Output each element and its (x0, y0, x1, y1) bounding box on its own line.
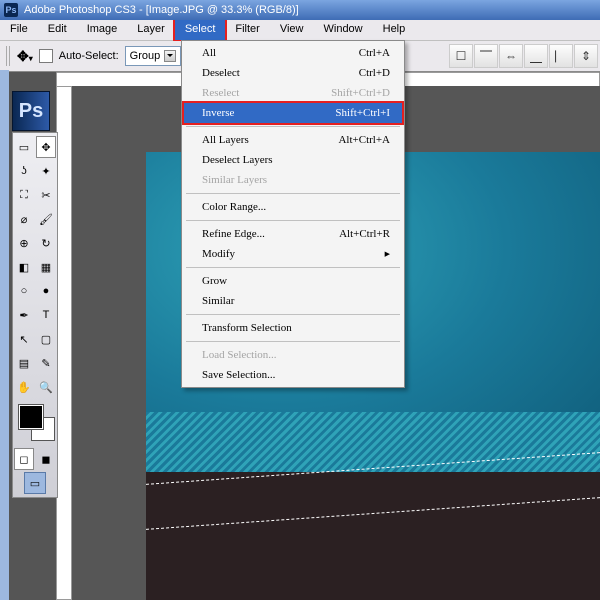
window-title: Adobe Photoshop CS3 - [Image.JPG @ 33.3%… (24, 4, 299, 16)
menu-item-deselect-layers[interactable]: Deselect Layers (184, 150, 402, 170)
dodge-tool[interactable]: ● (36, 280, 56, 302)
align-left-icon[interactable]: ⎸ (549, 44, 573, 68)
wand-tool[interactable]: ✦ (36, 160, 56, 182)
menu-edit[interactable]: Edit (38, 20, 77, 40)
eyedropper-tool[interactable]: ✎ (36, 352, 56, 374)
menu-item-refine-edge[interactable]: Refine Edge...Alt+Ctrl+R (184, 224, 402, 244)
auto-select-label: Auto-Select: (59, 50, 119, 62)
pen-tool[interactable]: ✒ (14, 304, 34, 326)
lasso-tool[interactable]: ʖ (14, 160, 34, 182)
zoom-tool[interactable]: 🔍 (36, 376, 56, 398)
stamp-tool[interactable]: ⊕ (14, 232, 34, 254)
crop-tool[interactable]: ⛶ (14, 184, 34, 206)
menu-item-all-layers[interactable]: All LayersAlt+Ctrl+A (184, 130, 402, 150)
history-brush-tool[interactable]: ↻ (36, 232, 56, 254)
screen-mode[interactable]: ▭ (24, 472, 46, 494)
menu-bar[interactable]: FileEditImageLayerSelectFilterViewWindow… (0, 20, 600, 41)
options-grip[interactable] (6, 46, 11, 66)
auto-select-checkbox[interactable] (39, 49, 53, 63)
type-tool[interactable]: T (36, 304, 56, 326)
menu-item-save-selection[interactable]: Save Selection... (184, 365, 402, 385)
menu-select[interactable]: Select (175, 20, 226, 40)
menu-item-modify[interactable]: Modify (184, 244, 402, 264)
notes-tool[interactable]: ▤ (14, 352, 34, 374)
show-transform-checkbox[interactable]: ☐ (449, 44, 473, 68)
quickmask-off[interactable]: ◻ (14, 448, 34, 470)
menu-separator (186, 126, 400, 127)
title-bar: Ps Adobe Photoshop CS3 - [Image.JPG @ 33… (0, 0, 600, 20)
menu-layer[interactable]: Layer (127, 20, 175, 40)
brush-tool[interactable]: 🖌 (36, 208, 56, 230)
palette-well (0, 70, 9, 600)
path-tool[interactable]: ↖ (14, 328, 34, 350)
menu-item-grow[interactable]: Grow (184, 271, 402, 291)
slice-tool[interactable]: ✂ (36, 184, 56, 206)
menu-item-all[interactable]: AllCtrl+A (184, 43, 402, 63)
menu-item-deselect[interactable]: DeselectCtrl+D (184, 63, 402, 83)
menu-filter[interactable]: Filter (225, 20, 269, 40)
heal-tool[interactable]: ⌀ (14, 208, 34, 230)
tools-palette: ▭✥ ʖ✦ ⛶✂ ⌀🖌 ⊕↻ ◧▦ ○● ✒T ↖▢ ▤✎ ✋🔍 ◻◼ ▭ (12, 132, 58, 498)
align-hcenter-icon[interactable]: ⇕ (574, 44, 598, 68)
align-buttons: ☐ ⎺ ⇔ ⎽ ⎸ ⇕ (449, 44, 598, 68)
menu-help[interactable]: Help (373, 20, 416, 40)
align-vcenter-icon[interactable]: ⇔ (499, 44, 523, 68)
marquee-tool[interactable]: ▭ (14, 136, 34, 158)
menu-item-inverse[interactable]: InverseShift+Ctrl+I (184, 103, 402, 123)
blur-tool[interactable]: ○ (14, 280, 34, 302)
menu-image[interactable]: Image (77, 20, 128, 40)
menu-item-similar[interactable]: Similar (184, 291, 402, 311)
align-top-icon[interactable]: ⎺ (474, 44, 498, 68)
align-bottom-icon[interactable]: ⎽ (524, 44, 548, 68)
menu-item-color-range[interactable]: Color Range... (184, 197, 402, 217)
menu-item-similar-layers: Similar Layers (184, 170, 402, 190)
auto-select-dropdown[interactable]: Group (125, 46, 182, 66)
move-tool[interactable]: ✥ (36, 136, 56, 158)
ruler-vertical (56, 86, 72, 600)
menu-separator (186, 267, 400, 268)
eraser-tool[interactable]: ◧ (14, 256, 34, 278)
menu-item-reselect: ReselectShift+Ctrl+D (184, 83, 402, 103)
quickmask-on[interactable]: ◼ (36, 448, 56, 470)
shape-tool[interactable]: ▢ (36, 328, 56, 350)
menu-separator (186, 341, 400, 342)
color-swatches[interactable] (17, 403, 53, 443)
menu-item-load-selection: Load Selection... (184, 345, 402, 365)
menu-window[interactable]: Window (314, 20, 373, 40)
menu-file[interactable]: File (0, 20, 38, 40)
menu-separator (186, 314, 400, 315)
select-menu-dropdown: AllCtrl+ADeselectCtrl+DReselectShift+Ctr… (181, 40, 405, 388)
hand-tool[interactable]: ✋ (14, 376, 34, 398)
menu-separator (186, 193, 400, 194)
foreground-swatch[interactable] (19, 405, 43, 429)
menu-separator (186, 220, 400, 221)
move-tool-icon: ✥▾ (17, 49, 33, 63)
menu-item-transform-selection[interactable]: Transform Selection (184, 318, 402, 338)
app-icon: Ps (4, 3, 18, 17)
menu-view[interactable]: View (270, 20, 314, 40)
gradient-tool[interactable]: ▦ (36, 256, 56, 278)
ps-logo-panel[interactable]: Ps (12, 91, 50, 131)
